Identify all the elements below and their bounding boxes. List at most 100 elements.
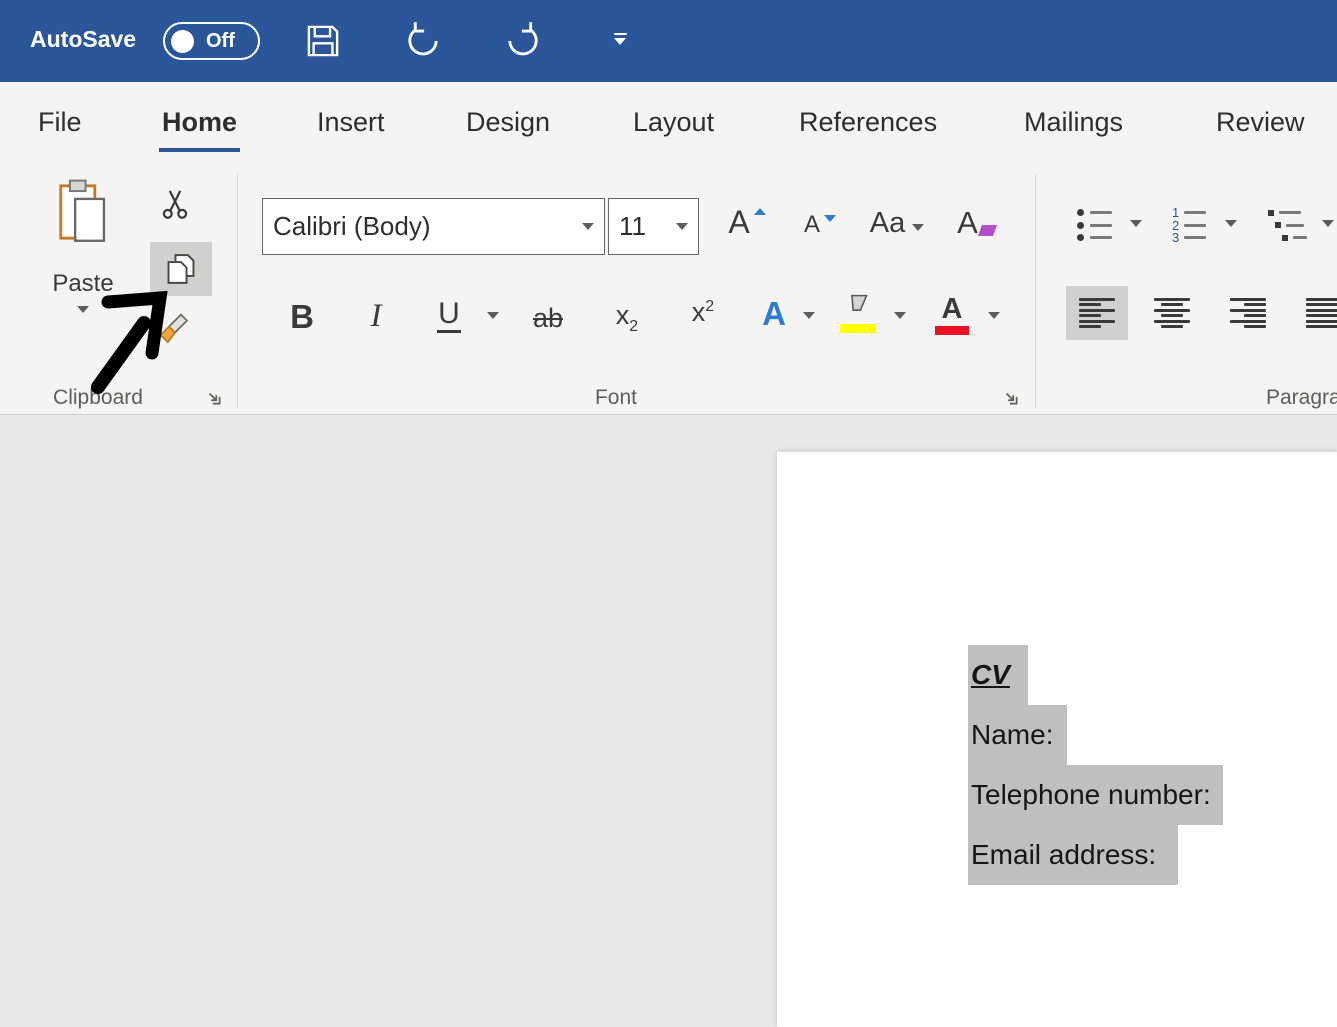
text-effects-dropdown-icon[interactable] bbox=[803, 312, 815, 319]
highlight-dropdown-icon[interactable] bbox=[894, 312, 906, 319]
save-button[interactable] bbox=[303, 21, 343, 61]
shrink-font-button[interactable]: A bbox=[796, 204, 844, 246]
bold-button[interactable]: B bbox=[282, 292, 322, 340]
tab-file[interactable]: File bbox=[38, 106, 82, 138]
justify-icon bbox=[1306, 298, 1337, 328]
undo-button[interactable] bbox=[401, 19, 445, 63]
doc-line-cv[interactable]: CV bbox=[968, 645, 1223, 705]
cut-button[interactable] bbox=[154, 184, 196, 224]
numbering-dropdown-icon[interactable] bbox=[1225, 220, 1237, 227]
highlight-button[interactable] bbox=[834, 286, 882, 340]
align-right-button[interactable] bbox=[1224, 292, 1272, 334]
font-size-combo[interactable]: 11 bbox=[608, 198, 699, 255]
clipboard-dialog-launcher[interactable] bbox=[205, 389, 223, 407]
italic-letter: I bbox=[370, 297, 382, 334]
dialog-launcher-icon bbox=[208, 392, 221, 405]
tab-review[interactable]: Review bbox=[1216, 106, 1305, 138]
grow-font-letter: A bbox=[728, 204, 750, 240]
bullets-button[interactable] bbox=[1072, 204, 1116, 246]
chevron-up-icon bbox=[753, 207, 766, 215]
paste-label: Paste bbox=[52, 270, 114, 297]
font-name-combo[interactable]: Calibri (Body) bbox=[262, 198, 605, 255]
font-dialog-launcher[interactable] bbox=[1002, 389, 1020, 407]
clear-formatting-letter: A bbox=[957, 204, 978, 240]
superscript-button[interactable]: x2 bbox=[678, 290, 728, 334]
chevron-down-icon bbox=[614, 38, 626, 45]
eraser-icon bbox=[977, 224, 997, 236]
customize-quick-access-button[interactable] bbox=[612, 33, 628, 49]
group-divider bbox=[1035, 174, 1036, 408]
change-case-button[interactable]: Aa bbox=[864, 200, 930, 246]
align-left-button[interactable] bbox=[1066, 286, 1128, 340]
grow-font-button[interactable]: A bbox=[722, 198, 772, 246]
tab-design[interactable]: Design bbox=[466, 106, 550, 138]
text-effects-button[interactable]: A bbox=[752, 290, 796, 338]
font-color-bar bbox=[935, 326, 969, 335]
selected-text[interactable]: Telephone number: bbox=[968, 765, 1223, 825]
paste-clipboard-icon bbox=[59, 179, 106, 242]
redo-button[interactable] bbox=[501, 19, 545, 63]
undo-icon bbox=[408, 22, 438, 56]
autosave-toggle[interactable]: Off bbox=[163, 22, 260, 60]
font-color-dropdown-icon[interactable] bbox=[988, 312, 1000, 319]
selected-text[interactable]: CV bbox=[968, 645, 1028, 705]
paste-dropdown-icon[interactable] bbox=[77, 306, 89, 313]
selected-text[interactable]: Name: bbox=[968, 705, 1068, 765]
document-text: CV Name: Telephone number: Email address… bbox=[968, 645, 1223, 885]
italic-button[interactable]: I bbox=[360, 292, 392, 340]
align-center-button[interactable] bbox=[1148, 292, 1196, 334]
multilevel-list-button[interactable] bbox=[1264, 204, 1310, 246]
dialog-launcher-icon bbox=[1005, 392, 1018, 405]
bullets-dropdown-icon[interactable] bbox=[1130, 220, 1142, 227]
font-color-button[interactable]: A bbox=[928, 288, 976, 342]
superscript-base: x bbox=[691, 296, 706, 327]
numbering-icon: 1 2 3 bbox=[1172, 205, 1206, 245]
tab-insert[interactable]: Insert bbox=[317, 106, 385, 138]
title-bar: AutoSave Off bbox=[0, 0, 1337, 82]
autosave-state: Off bbox=[206, 29, 235, 52]
paste-button[interactable]: Paste bbox=[48, 178, 118, 328]
group-divider bbox=[237, 174, 238, 408]
multilevel-list-icon bbox=[1267, 208, 1307, 242]
chevron-down-icon bbox=[676, 223, 688, 230]
shrink-font-letter: A bbox=[803, 211, 820, 238]
strikethrough-letters: ab bbox=[532, 302, 564, 333]
clipboard-group-label: Clipboard bbox=[53, 386, 143, 409]
format-painter-button[interactable] bbox=[154, 308, 196, 350]
underline-button[interactable]: U bbox=[428, 292, 470, 340]
highlight-color-bar bbox=[840, 323, 876, 333]
document-area: CV Name: Telephone number: Email address… bbox=[0, 415, 1337, 1027]
subscript-base: x bbox=[615, 299, 630, 330]
justify-button[interactable] bbox=[1300, 292, 1337, 334]
align-left-icon bbox=[1079, 298, 1115, 328]
numbering-digit: 3 bbox=[1172, 230, 1180, 245]
clear-formatting-button[interactable]: A bbox=[950, 198, 1002, 246]
chevron-down-icon bbox=[582, 223, 594, 230]
highlighter-icon bbox=[851, 294, 868, 311]
subscript-mark: 2 bbox=[629, 317, 639, 335]
align-right-icon bbox=[1230, 298, 1266, 328]
subscript-button[interactable]: x2 bbox=[602, 296, 652, 340]
tab-references[interactable]: References bbox=[799, 106, 937, 138]
underline-dropdown-icon[interactable] bbox=[487, 312, 499, 319]
tab-mailings[interactable]: Mailings bbox=[1024, 106, 1123, 138]
font-color-letter: A bbox=[941, 293, 963, 325]
document-page[interactable]: CV Name: Telephone number: Email address… bbox=[777, 452, 1337, 1027]
copy-button[interactable] bbox=[150, 242, 212, 296]
selected-text[interactable]: Email address: bbox=[968, 825, 1179, 885]
numbering-digit: 2 bbox=[1172, 217, 1180, 233]
doc-line-name[interactable]: Name: bbox=[968, 705, 1223, 765]
change-case-label: Aa bbox=[869, 206, 906, 239]
numbering-digit: 1 bbox=[1172, 205, 1180, 220]
doc-line-telephone[interactable]: Telephone number: bbox=[968, 765, 1223, 825]
doc-line-email[interactable]: Email address: bbox=[968, 825, 1223, 885]
strikethrough-button[interactable]: ab bbox=[522, 298, 574, 338]
numbering-button[interactable]: 1 2 3 bbox=[1166, 204, 1212, 246]
customize-bar bbox=[613, 33, 627, 35]
chevron-down-icon bbox=[912, 223, 925, 231]
multilevel-dropdown-icon[interactable] bbox=[1322, 220, 1334, 227]
font-name-value: Calibri (Body) bbox=[273, 211, 431, 241]
tab-home[interactable]: Home bbox=[158, 106, 241, 152]
superscript-mark: 2 bbox=[705, 297, 715, 315]
tab-layout[interactable]: Layout bbox=[633, 106, 714, 138]
